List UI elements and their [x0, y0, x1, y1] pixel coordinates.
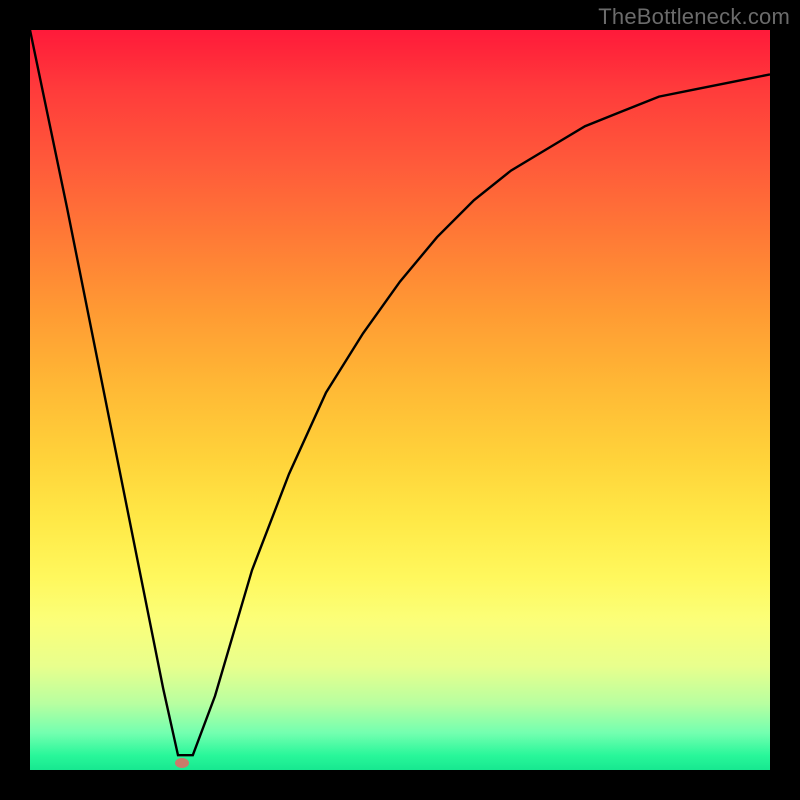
minimum-marker: [175, 758, 189, 768]
bottleneck-curve: [30, 30, 770, 770]
plot-area: [30, 30, 770, 770]
curve-line: [30, 30, 770, 755]
watermark-text: TheBottleneck.com: [598, 4, 790, 30]
chart-frame: TheBottleneck.com: [0, 0, 800, 800]
